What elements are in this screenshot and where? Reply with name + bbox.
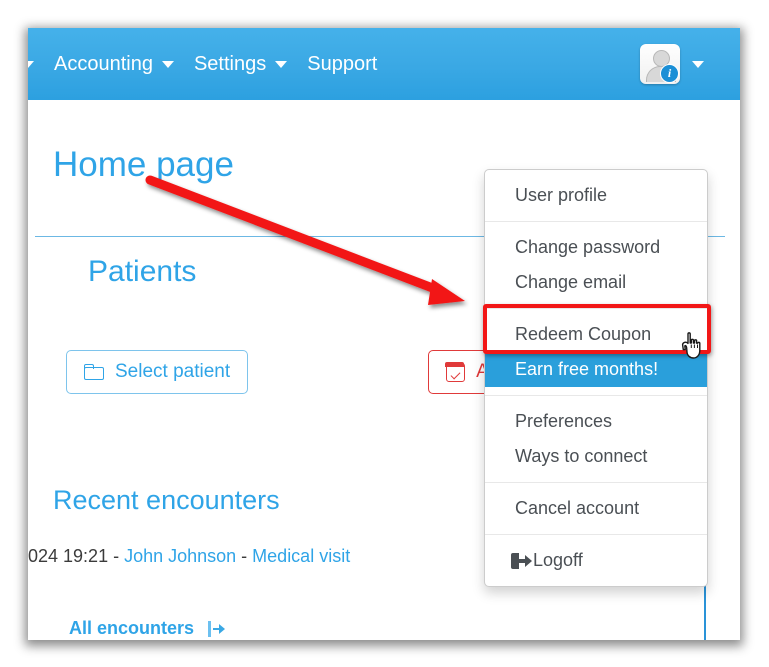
menu-item-ways-to-connect[interactable]: Ways to connect (485, 439, 707, 474)
chevron-down-icon (275, 60, 288, 68)
calendar-check-icon (445, 361, 466, 382)
logoff-icon (511, 552, 532, 569)
menu-divider (485, 395, 707, 396)
info-badge-icon: i (660, 64, 679, 83)
nav-item-label: Support (307, 52, 378, 75)
encounter-separator-2: - (236, 546, 253, 566)
encounter-type-link[interactable]: Medical visit (252, 546, 350, 566)
navbar-menu: Accounting Settings Support (28, 28, 387, 100)
annotation-highlight-box (483, 304, 711, 354)
nav-item-support[interactable]: Support (297, 53, 387, 76)
user-dropdown-menu: User profile Change password Change emai… (484, 169, 708, 587)
pointing-hand-cursor (681, 332, 701, 359)
encounter-datetime: 024 19:21 (28, 546, 109, 566)
menu-item-logoff[interactable]: Logoff (485, 543, 707, 578)
navbar: Accounting Settings Support i (28, 28, 740, 100)
patients-button-row: Select patient Ap (66, 350, 518, 394)
chevron-down-icon (28, 60, 34, 68)
menu-item-label: Logoff (533, 550, 583, 570)
user-menu-toggle[interactable]: i (640, 28, 704, 100)
select-patient-label: Select patient (115, 361, 231, 382)
menu-item-cancel-account[interactable]: Cancel account (485, 491, 707, 526)
menu-item-label: Preferences (515, 411, 613, 431)
nav-item-settings[interactable]: Settings (184, 53, 297, 76)
all-encounters-label: All encounters (69, 618, 195, 638)
menu-divider (485, 534, 707, 535)
nav-item-accounting[interactable]: Accounting (44, 53, 184, 76)
page-body: Home page Patients Select patient Ap Rec… (28, 100, 740, 640)
menu-item-change-password[interactable]: Change password (485, 230, 707, 265)
page-title: Home page (53, 145, 234, 184)
navbar-overflow-caret[interactable] (28, 60, 44, 68)
recent-encounters-title: Recent encounters (53, 485, 280, 515)
chevron-down-icon (692, 60, 704, 68)
encounter-separator-1: - (108, 546, 125, 566)
encounter-list-item: 024 19:21 - John Johnson - Medical visit (28, 546, 350, 567)
menu-item-label: User profile (515, 185, 608, 205)
nav-item-label: Settings (193, 52, 267, 75)
all-encounters-link[interactable]: All encounters (69, 618, 228, 639)
menu-item-label: Ways to connect (515, 446, 648, 466)
menu-divider (485, 221, 707, 222)
menu-item-label: Change email (515, 272, 627, 292)
arrow-to-bracket-icon (208, 620, 228, 637)
menu-item-earn-free-months[interactable]: Earn free months! (485, 352, 707, 387)
menu-item-label: Change password (515, 237, 661, 257)
select-patient-button[interactable]: Select patient (66, 350, 249, 394)
encounter-patient-link[interactable]: John Johnson (124, 546, 236, 566)
menu-divider (485, 482, 707, 483)
user-avatar-icon[interactable]: i (640, 44, 680, 84)
menu-item-change-email[interactable]: Change email (485, 265, 707, 300)
patients-section-title: Patients (88, 255, 197, 288)
chevron-down-icon (161, 60, 174, 68)
menu-item-label: Earn free months! (515, 359, 659, 379)
menu-item-user-profile[interactable]: User profile (485, 178, 707, 213)
menu-item-preferences[interactable]: Preferences (485, 404, 707, 439)
menu-item-label: Cancel account (515, 498, 640, 518)
folder-icon (84, 364, 104, 380)
nav-item-label: Accounting (54, 52, 153, 75)
